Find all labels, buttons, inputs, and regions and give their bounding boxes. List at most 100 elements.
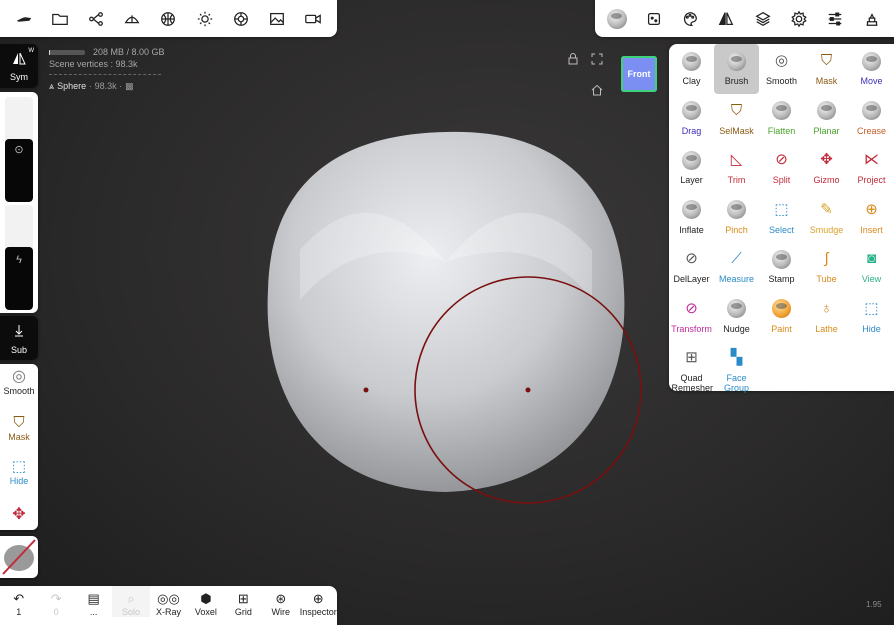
tool-insert[interactable]: ⊕ Insert [849, 193, 894, 243]
view-icon: ◙ [866, 250, 877, 267]
wire-icon: ⊛ [275, 591, 287, 606]
tool-stamp[interactable]: Stamp [759, 242, 804, 292]
project-icon: ⋉ [864, 151, 879, 168]
voxel-button[interactable]: ⬢ Voxel [187, 586, 224, 617]
history-label: ... [89, 607, 98, 617]
tool-drag[interactable]: Drag [669, 94, 714, 144]
mask-icon: ⛉ [13, 414, 25, 431]
tool-dellayer[interactable]: ⊘ DelLayer [669, 242, 714, 292]
tool-crease[interactable]: Crease [849, 94, 894, 144]
tool-mask[interactable]: ⛉ Mask [804, 44, 849, 94]
nudge-icon [726, 298, 748, 320]
redo-button[interactable]: ↷ 0 [37, 586, 74, 617]
tool-label: SelMask [719, 125, 754, 136]
stamp-icon [771, 248, 793, 270]
measure-icon: ⟋ [731, 250, 742, 267]
wire-label: Wire [271, 607, 291, 617]
intensity-slider[interactable]: ϟ [5, 205, 33, 310]
undo-icon: ↶ [13, 591, 25, 606]
tool-label: Pinch [725, 224, 748, 235]
solo-button[interactable]: ⌕ Solo [112, 586, 150, 617]
quick-smooth-label: Smooth [3, 386, 35, 396]
inflate-icon [681, 199, 703, 221]
tool-smooth[interactable]: ◎ Smooth [759, 44, 804, 94]
symmetry-icon [0, 52, 38, 70]
tool-quad-remesher[interactable]: ⊞ Quad Remesher [669, 341, 714, 393]
tool-tube[interactable]: ∫ Tube [804, 242, 849, 292]
inspector-button[interactable]: ⊕ Inspector [300, 586, 337, 617]
sub-icon [0, 324, 38, 342]
tool-grid: Clay Brush ◎ Smooth ⛉ Mask Move Drag ⛉ SelMask Fla… [669, 44, 894, 393]
tool-move[interactable]: Move [849, 44, 894, 94]
tool-label: Project [857, 175, 886, 185]
tool-clay[interactable]: Clay [669, 44, 714, 94]
sub-button[interactable]: Sub [0, 316, 38, 360]
quad-remesher-icon: ⊞ [685, 349, 698, 366]
tool-label: Smooth [765, 76, 798, 86]
lathe-icon: ♁ [820, 299, 833, 317]
tool-label: Layer [680, 175, 703, 185]
gizmo-icon[interactable]: ✥ [0, 504, 38, 524]
tool-label: Flatten [767, 125, 796, 136]
undo-button[interactable]: ↶ 1 [0, 586, 37, 617]
inspector-icon: ⊕ [312, 591, 324, 606]
tool-measure[interactable]: ⟋ Measure [714, 242, 759, 292]
tool-planar[interactable]: Planar [804, 94, 849, 144]
trim-icon: ◺ [730, 151, 743, 168]
tool-label: DelLayer [673, 274, 710, 284]
solo-label: Solo [122, 607, 141, 617]
tool-lathe[interactable]: ♁ Lathe [804, 292, 849, 342]
quick-hide-label: Hide [9, 476, 29, 486]
tool-flatten[interactable]: Flatten [759, 94, 804, 144]
tool-inflate[interactable]: Inflate [669, 193, 714, 243]
intensity-icon: ϟ [16, 254, 22, 266]
tool-label: Measure [718, 274, 754, 284]
tool-label: Drag [681, 125, 702, 136]
tool-view[interactable]: ◙ View [849, 242, 894, 292]
move-icon [861, 50, 883, 72]
undo-count: 1 [16, 607, 22, 617]
tool-project[interactable]: ⋉ Project [849, 143, 894, 193]
radius-icon: ⊙ [14, 144, 24, 156]
grid-button[interactable]: ⊞ Grid [225, 586, 262, 617]
tool-label: Lathe [815, 323, 838, 334]
tool-transform[interactable]: ⊘ Transform [669, 292, 714, 342]
symmetry-axis: W [28, 48, 34, 54]
xray-button[interactable]: ◎◎ X-Ray [150, 586, 187, 617]
symmetry-button[interactable]: W Sym [0, 44, 38, 88]
voxel-icon: ⬢ [200, 591, 212, 606]
tool-label: Brush [724, 76, 749, 86]
history-button[interactable]: ▤... [75, 586, 112, 617]
tool-select[interactable]: ⬚ Select [759, 193, 804, 243]
quick-mask[interactable]: ⛉ Mask [0, 414, 38, 442]
quick-hide[interactable]: ⬚ Hide [0, 458, 38, 486]
tool-pinch[interactable]: Pinch [714, 193, 759, 243]
quick-smooth[interactable]: ◎ Smooth [0, 368, 38, 396]
tool-face-group[interactable]: ▚ Face Group [714, 341, 759, 393]
tool-brush[interactable]: Brush [714, 44, 759, 94]
tool-split[interactable]: ⊘ Split [759, 143, 804, 193]
clay-icon [681, 50, 703, 72]
wire-button[interactable]: ⊛ Wire [262, 586, 299, 617]
tool-label: Inflate [679, 224, 704, 235]
tool-nudge[interactable]: Nudge [714, 292, 759, 342]
tool-smudge[interactable]: ✎ Smudge [804, 193, 849, 243]
xray-icon: ◎◎ [157, 591, 180, 606]
tool-palette: Clay Brush ◎ Smooth ⛉ Mask Move Drag ⛉ SelMask Fla… [669, 44, 894, 393]
material-preview[interactable] [0, 536, 38, 578]
radius-slider[interactable]: ⊙ [5, 97, 33, 202]
face-group-icon: ▚ [730, 349, 743, 366]
tool-gizmo[interactable]: ✥ Gizmo [804, 143, 849, 193]
crease-icon [861, 100, 883, 122]
grid-icon: ⊞ [237, 591, 249, 606]
tool-paint[interactable]: Paint [759, 292, 804, 342]
quick-mask-label: Mask [8, 432, 30, 442]
planar-icon [816, 100, 838, 122]
tool-layer[interactable]: Layer [669, 143, 714, 193]
flatten-icon [771, 100, 793, 122]
mask-icon: ⛉ [820, 52, 833, 69]
tool-trim[interactable]: ◺ Trim [714, 143, 759, 193]
tool-selmask[interactable]: ⛉ SelMask [714, 94, 759, 144]
tool-label: Select [768, 224, 794, 235]
tool-hide[interactable]: ⬚ Hide [849, 292, 894, 342]
